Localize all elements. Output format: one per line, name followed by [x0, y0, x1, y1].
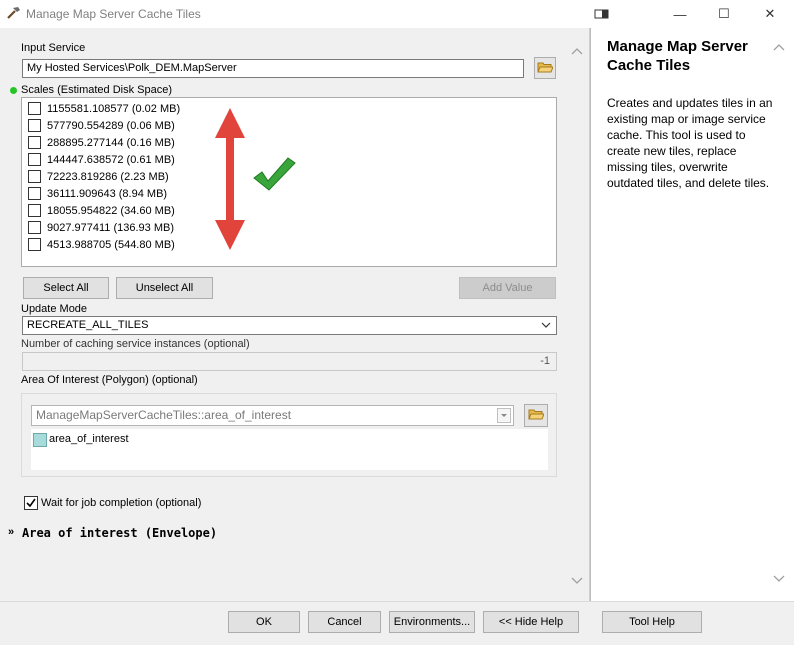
scale-label: 288895.277144 (0.16 MB)	[47, 136, 175, 149]
scale-item[interactable]: 288895.277144 (0.16 MB)	[28, 134, 175, 151]
input-service-field[interactable]: My Hosted Services\Polk_DEM.MapServer	[22, 59, 524, 78]
scale-checkbox[interactable]	[28, 238, 41, 251]
environments-button[interactable]: Environments...	[389, 611, 475, 633]
scale-label: 72223.819286 (2.23 MB)	[47, 170, 169, 183]
help-scroll-down-icon[interactable]	[773, 574, 785, 586]
scale-label: 18055.954822 (34.60 MB)	[47, 204, 175, 217]
close-button[interactable]: ✕	[750, 0, 790, 28]
window-title: Manage Map Server Cache Tiles	[26, 7, 201, 21]
scale-item[interactable]: 18055.954822 (34.60 MB)	[28, 202, 175, 219]
scale-checkbox[interactable]	[28, 170, 41, 183]
area-of-interest-selector-value: ManageMapServerCacheTiles::area_of_inter…	[36, 408, 292, 422]
envelope-section-header[interactable]: Area of interest (Envelope)	[22, 526, 217, 540]
scale-label: 9027.977411 (136.93 MB)	[47, 221, 174, 234]
add-value-button[interactable]: Add Value	[459, 277, 556, 299]
hammer-icon	[6, 5, 22, 21]
scale-checkbox[interactable]	[28, 221, 41, 234]
scale-item[interactable]: 9027.977411 (136.93 MB)	[28, 219, 174, 236]
help-body: Creates and updates tiles in an existing…	[607, 96, 773, 190]
scale-checkbox[interactable]	[28, 102, 41, 115]
polygon-symbol-icon	[33, 433, 47, 447]
scale-item[interactable]: 72223.819286 (2.23 MB)	[28, 168, 169, 185]
double-arrow-annotation-icon	[215, 108, 245, 250]
help-title: Manage Map Server Cache Tiles	[607, 38, 748, 74]
folder-open-icon	[528, 407, 545, 424]
scales-list[interactable]: 1155581.108577 (0.02 MB) 577790.554289 (0…	[21, 97, 557, 267]
area-of-interest-label: Area Of Interest (Polygon) (optional)	[21, 374, 198, 386]
unselect-all-button[interactable]: Unselect All	[116, 277, 213, 299]
help-scroll-up-icon[interactable]	[773, 42, 785, 54]
scale-checkbox[interactable]	[28, 153, 41, 166]
scale-item[interactable]: 577790.554289 (0.06 MB)	[28, 117, 175, 134]
minimize-button[interactable]: —	[660, 0, 700, 28]
hide-help-button[interactable]: << Hide Help	[483, 611, 579, 633]
scale-label: 144447.638572 (0.61 MB)	[47, 153, 175, 166]
input-service-label: Input Service	[21, 42, 86, 54]
scale-checkbox[interactable]	[28, 136, 41, 149]
wait-for-job-label: Wait for job completion (optional)	[41, 497, 202, 509]
tool-help-button[interactable]: Tool Help	[602, 611, 702, 633]
folder-open-icon	[537, 60, 554, 77]
checkmark-icon	[26, 498, 36, 508]
chevron-down-icon	[541, 317, 551, 334]
help-panel: Manage Map Server Cache Tiles Creates an…	[590, 28, 794, 601]
scale-label: 4513.988705 (544.80 MB)	[47, 238, 175, 251]
area-of-interest-selector[interactable]: ManageMapServerCacheTiles::area_of_inter…	[31, 405, 514, 426]
required-indicator-icon	[10, 87, 17, 94]
cancel-button[interactable]: Cancel	[308, 611, 381, 633]
area-of-interest-feature-list[interactable]: area_of_interest	[31, 429, 548, 470]
scales-label: Scales (Estimated Disk Space)	[21, 84, 172, 96]
update-mode-value: RECREATE_ALL_TILES	[27, 319, 149, 331]
scale-checkbox[interactable]	[28, 204, 41, 217]
area-of-interest-feature-label[interactable]: area_of_interest	[49, 433, 129, 445]
update-mode-dropdown[interactable]: RECREATE_ALL_TILES	[22, 316, 557, 335]
checkmark-annotation-icon	[253, 157, 296, 191]
scale-item[interactable]: 1155581.108577 (0.02 MB)	[28, 100, 180, 117]
select-all-button[interactable]: Select All	[23, 277, 109, 299]
browse-input-service-button[interactable]	[534, 57, 556, 79]
scroll-down-icon[interactable]	[571, 574, 583, 588]
scale-item[interactable]: 4513.988705 (544.80 MB)	[28, 236, 175, 253]
browse-area-of-interest-button[interactable]	[524, 404, 548, 427]
dropdown-arrow-icon	[497, 408, 511, 423]
num-instances-field[interactable]: -1	[22, 352, 557, 371]
update-mode-label: Update Mode	[21, 303, 88, 315]
scale-item[interactable]: 144447.638572 (0.61 MB)	[28, 151, 175, 168]
wait-for-job-checkbox[interactable]	[24, 496, 38, 510]
scale-checkbox[interactable]	[28, 187, 41, 200]
scale-checkbox[interactable]	[28, 119, 41, 132]
scale-label: 577790.554289 (0.06 MB)	[47, 119, 175, 132]
maximize-button[interactable]: ☐	[704, 0, 744, 28]
ok-button[interactable]: OK	[228, 611, 300, 633]
scale-label: 36111.909643 (8.94 MB)	[47, 187, 168, 200]
help-panel-toggle-icon[interactable]	[582, 0, 622, 28]
scroll-up-icon[interactable]	[571, 44, 583, 58]
title-bar: Manage Map Server Cache Tiles — ☐ ✕	[0, 0, 794, 28]
scale-item[interactable]: 36111.909643 (8.94 MB)	[28, 185, 167, 202]
double-chevron-down-icon[interactable]: »	[8, 526, 14, 538]
scale-label: 1155581.108577 (0.02 MB)	[47, 102, 181, 115]
num-instances-label: Number of caching service instances (opt…	[21, 338, 250, 350]
